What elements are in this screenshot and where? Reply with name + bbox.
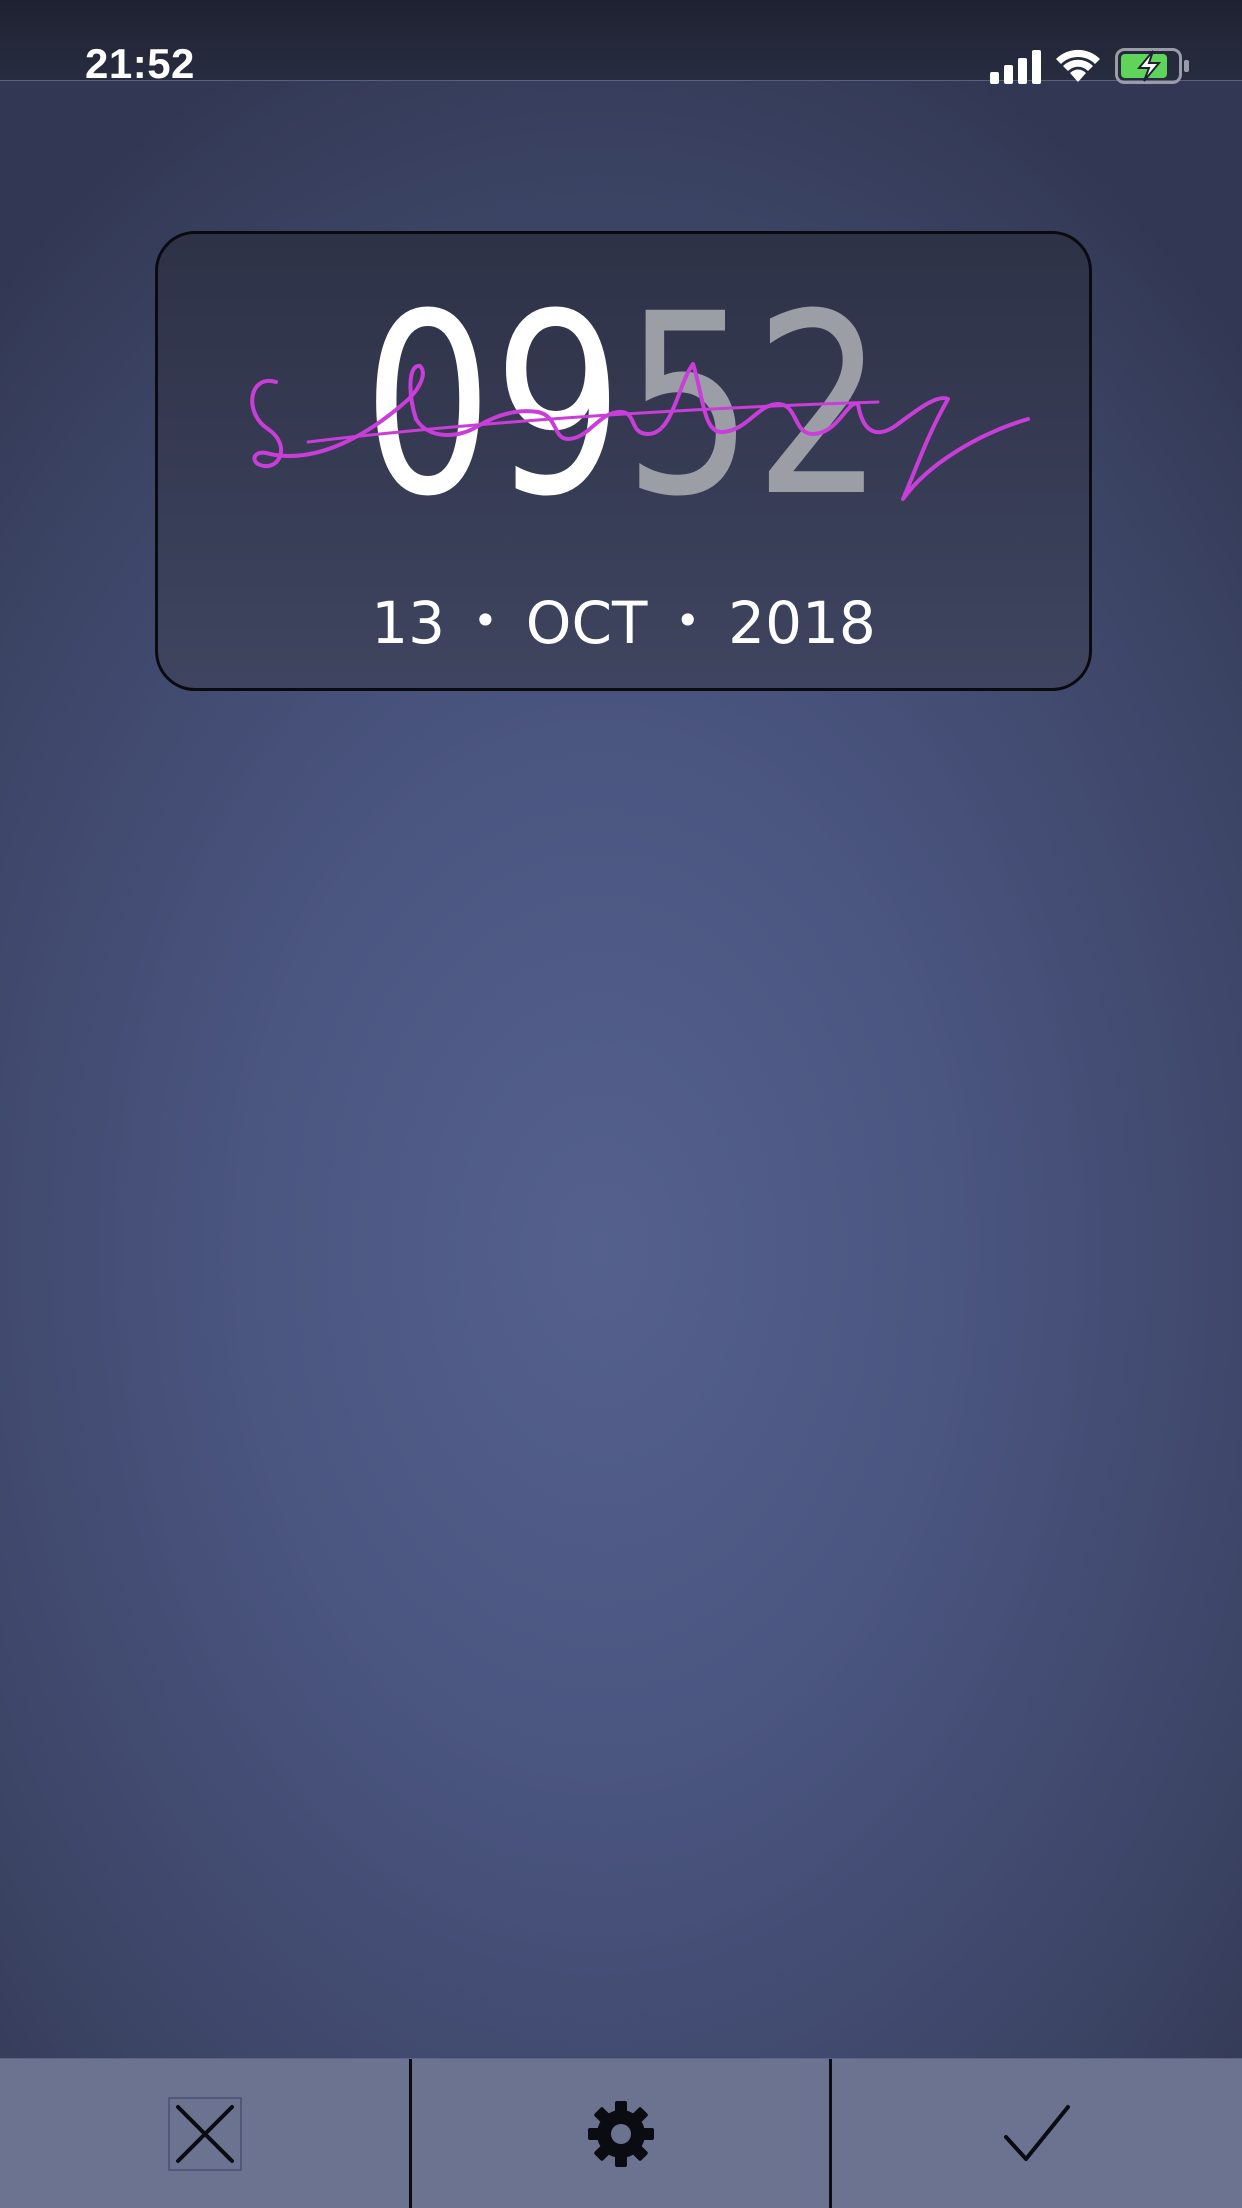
cellular-signal-icon [990, 50, 1041, 84]
status-icons [990, 48, 1200, 88]
bottom-toolbar [0, 2058, 1242, 2208]
close-icon [168, 2097, 242, 2171]
clock-time: 0952 [242, 266, 1005, 546]
clock-hours: 09 [362, 260, 624, 551]
date-separator: • [473, 596, 498, 645]
checkmark-icon [1004, 2105, 1070, 2161]
gear-icon [588, 2101, 654, 2167]
settings-button[interactable] [412, 2059, 830, 2208]
clock-widget[interactable]: 0952 13 • OCT • 2018 [155, 231, 1092, 691]
battery-charging-icon [1115, 48, 1189, 84]
status-bar: 21:52 [0, 0, 1242, 87]
cancel-button[interactable] [0, 2059, 410, 2208]
date-day: 13 [371, 589, 446, 657]
date-line: 13 • OCT • 2018 [158, 589, 1089, 657]
wifi-icon [1056, 49, 1100, 82]
confirm-button[interactable] [832, 2059, 1242, 2208]
date-month: OCT [525, 589, 648, 657]
date-separator: • [675, 596, 701, 645]
date-year: 2018 [728, 589, 876, 657]
clock-minutes: 52 [623, 260, 885, 551]
status-time: 21:52 [85, 40, 195, 87]
